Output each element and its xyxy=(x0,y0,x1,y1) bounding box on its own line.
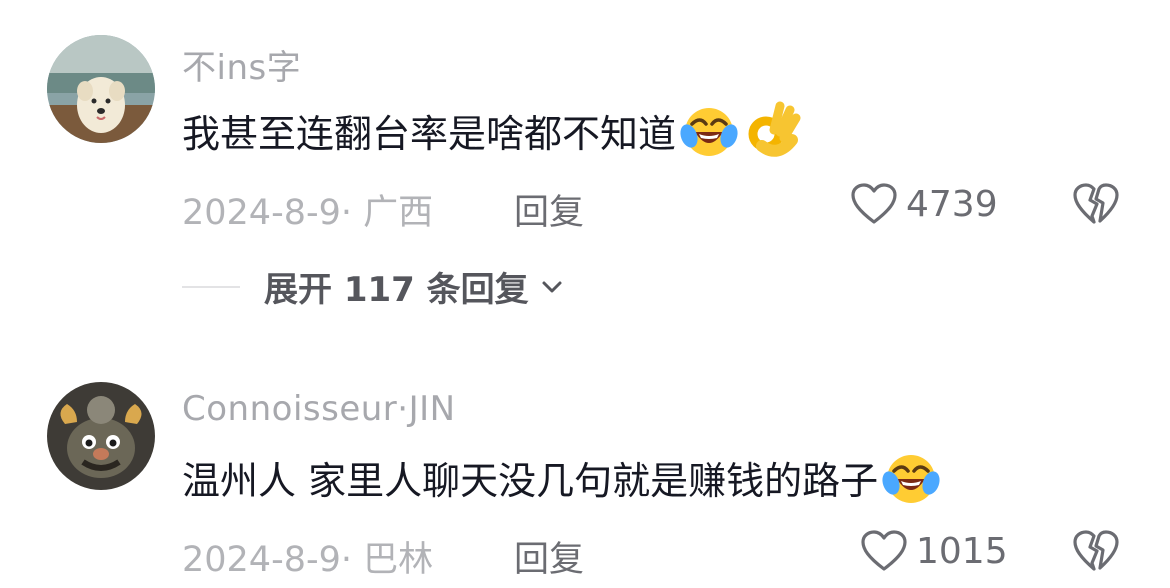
avatar[interactable] xyxy=(47,35,155,143)
like-button[interactable]: 4739 xyxy=(850,182,998,226)
chevron-down-icon xyxy=(542,281,562,292)
expand-replies-button[interactable]: 展开 117 条回复 xyxy=(182,262,563,311)
ok-hand-emoji xyxy=(742,100,804,160)
comment-body: 温州人 家里人聊天没几句就是赚钱的路子 xyxy=(182,458,879,503)
expand-replies-label: 展开 117 条回复 xyxy=(264,270,529,310)
heart-icon xyxy=(861,530,907,571)
comment-meta: 2024-8-9· 广西 xyxy=(182,193,434,233)
like-count: 4739 xyxy=(906,183,998,225)
reply-button[interactable]: 回复 xyxy=(514,531,584,582)
comment-text: 温州人 家里人聊天没几句就是赚钱的路子 xyxy=(182,449,940,505)
broken-heart-icon xyxy=(1073,183,1119,224)
comment-body: 我甚至连翻台率是啥都不知道 xyxy=(182,111,677,156)
dislike-button[interactable] xyxy=(1072,182,1120,230)
comment-meta: 2024-8-9· 巴林 xyxy=(182,540,434,580)
comment-username[interactable]: Connoisseur·JIN xyxy=(182,389,456,429)
laughing-crying-emoji xyxy=(680,102,738,158)
laughing-crying-emoji xyxy=(882,449,940,505)
like-count: 1015 xyxy=(916,530,1008,572)
broken-heart-icon xyxy=(1073,530,1119,571)
reply-button[interactable]: 回复 xyxy=(514,184,584,235)
divider xyxy=(182,285,240,288)
avatar[interactable] xyxy=(47,382,155,490)
dislike-button[interactable] xyxy=(1072,529,1120,577)
like-button[interactable]: 1015 xyxy=(860,529,1008,573)
comment-text: 我甚至连翻台率是啥都不知道 xyxy=(182,100,804,160)
comment-username[interactable]: 不ins字 xyxy=(182,40,301,89)
heart-icon xyxy=(851,183,897,224)
